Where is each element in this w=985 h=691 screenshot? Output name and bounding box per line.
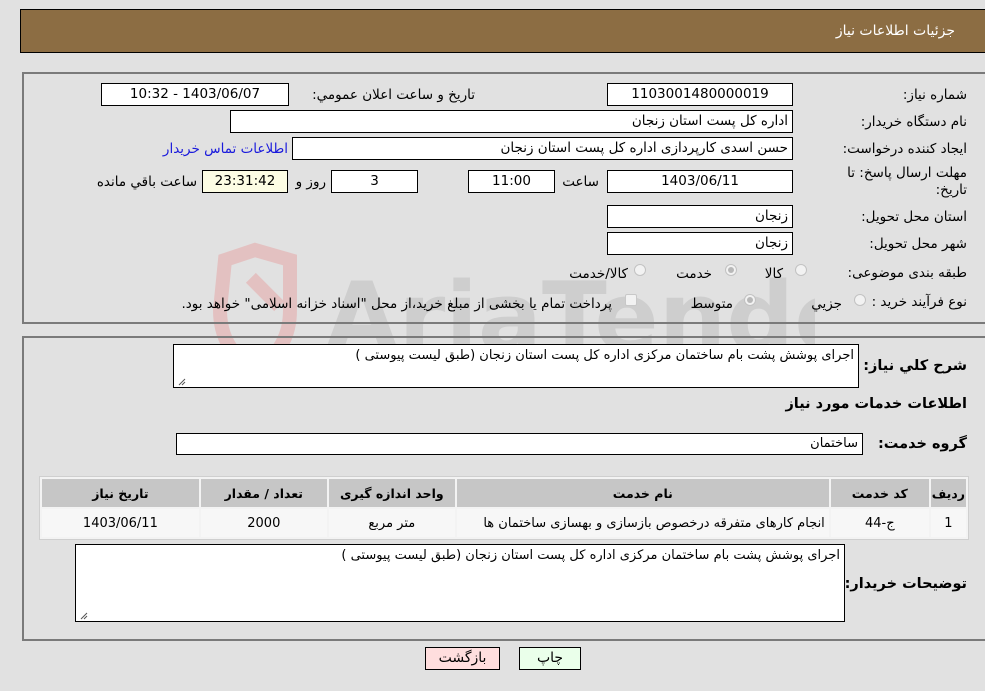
treasury-note: پرداخت تمام یا بخشی از مبلغ خرید،از محل …	[181, 296, 612, 312]
announce-datetime-label: تاریخ و ساعت اعلان عمومي:	[312, 87, 475, 103]
deadline-date-field: 1403/06/11	[607, 170, 793, 193]
category-option-goods: کالا	[764, 266, 783, 282]
summary-text: اجرای پوشش پشت بام ساختمان مرکزی اداره ک…	[355, 348, 854, 363]
summary-label: شرح کلي نياز:	[863, 358, 967, 374]
col-header-quantity: تعداد / مقدار	[200, 479, 327, 507]
need-number-label: شماره نیاز:	[902, 87, 967, 103]
deadline-label: مهلت ارسال پاسخ: تا تاریخ:	[847, 165, 967, 198]
resize-grip-icon[interactable]	[78, 610, 88, 620]
buyer-contact-link[interactable]: اطلاعات تماس خریدار	[163, 141, 288, 157]
col-header-row-number: رديف	[930, 479, 966, 507]
delivery-city-field: زنجان	[607, 232, 793, 255]
cell-unit: متر مربع	[328, 509, 455, 537]
cell-service-name: انجام کارهای متفرقه درخصوص بازسازی و بهس…	[456, 509, 829, 537]
page-header: جزئیات اطلاعات نیاز	[20, 9, 985, 53]
buyer-org-label: نام دستگاه خريدار:	[860, 114, 967, 130]
category-label: طبقه بندی موضوعی:	[847, 265, 967, 281]
category-radio-goods[interactable]	[795, 264, 807, 276]
table-row: 1 ج-44 انجام کارهای متفرقه درخصوص بازساز…	[42, 509, 966, 537]
cell-need-date: 1403/06/11	[42, 509, 199, 537]
purchase-option-minor: جزيي	[811, 296, 842, 312]
col-header-unit: واحد اندازه گيری	[328, 479, 455, 507]
print-button[interactable]: چاپ	[519, 647, 581, 670]
delivery-province-label: استان محل تحویل:	[861, 209, 967, 225]
category-radio-goods-service[interactable]	[634, 264, 646, 276]
need-number-field: 1103001480000019	[607, 83, 793, 106]
category-option-goods-service: کالا/خدمت	[569, 266, 628, 282]
buyer-notes-textarea[interactable]: اجرای پوشش پشت بام ساختمان مرکزی اداره ک…	[75, 544, 845, 622]
requester-label: ایجاد کننده درخواست:	[842, 141, 967, 157]
time-remaining-label: ساعت باقي مانده	[96, 174, 197, 190]
days-label: روز و	[295, 174, 326, 190]
treasury-checkbox[interactable]	[625, 294, 637, 306]
page-title: جزئیات اطلاعات نیاز	[835, 23, 955, 39]
purchase-option-medium: متوسط	[690, 296, 733, 312]
services-heading: اطلاعات خدمات مورد نياز	[785, 396, 967, 412]
col-header-need-date: تاريخ نياز	[42, 479, 199, 507]
purchase-radio-minor[interactable]	[854, 294, 866, 306]
services-table: رديف کد خدمت نام خدمت واحد اندازه گيری ت…	[39, 476, 969, 540]
resize-grip-icon[interactable]	[176, 376, 186, 386]
service-group-field: ساختمان	[176, 433, 863, 455]
col-header-service-name: نام خدمت	[456, 479, 829, 507]
cell-quantity: 2000	[200, 509, 327, 537]
buyer-notes-text: اجرای پوشش پشت بام ساختمان مرکزی اداره ک…	[341, 548, 840, 563]
service-group-label: گروه خدمت:	[877, 436, 967, 452]
deadline-time-field: 11:00	[468, 170, 555, 193]
requester-field: حسن اسدی کارپردازی اداره کل پست استان زن…	[292, 137, 793, 160]
buyer-org-field: اداره کل پست استان زنجان	[230, 110, 793, 133]
cell-row-number: 1	[930, 509, 966, 537]
deadline-time-label: ساعت	[562, 174, 599, 190]
col-header-service-code: کد خدمت	[830, 479, 929, 507]
purchase-radio-medium[interactable]	[744, 294, 756, 306]
summary-textarea[interactable]: اجرای پوشش پشت بام ساختمان مرکزی اداره ک…	[173, 344, 859, 388]
back-button[interactable]: بازگشت	[425, 647, 500, 670]
time-remaining-field: 23:31:42	[202, 170, 288, 193]
delivery-city-label: شهر محل تحویل:	[869, 236, 967, 252]
days-remaining-field: 3	[331, 170, 418, 193]
table-header-row: رديف کد خدمت نام خدمت واحد اندازه گيری ت…	[42, 479, 966, 507]
delivery-province-field: زنجان	[607, 205, 793, 228]
purchase-type-label: نوع فرآیند خرید :	[871, 294, 967, 310]
announce-datetime-field: 1403/06/07 - 10:32	[101, 83, 289, 106]
cell-service-code: ج-44	[830, 509, 929, 537]
category-option-service: خدمت	[676, 266, 712, 282]
category-radio-service[interactable]	[725, 264, 737, 276]
buyer-notes-label: توضيحات خريدار:	[844, 576, 967, 592]
